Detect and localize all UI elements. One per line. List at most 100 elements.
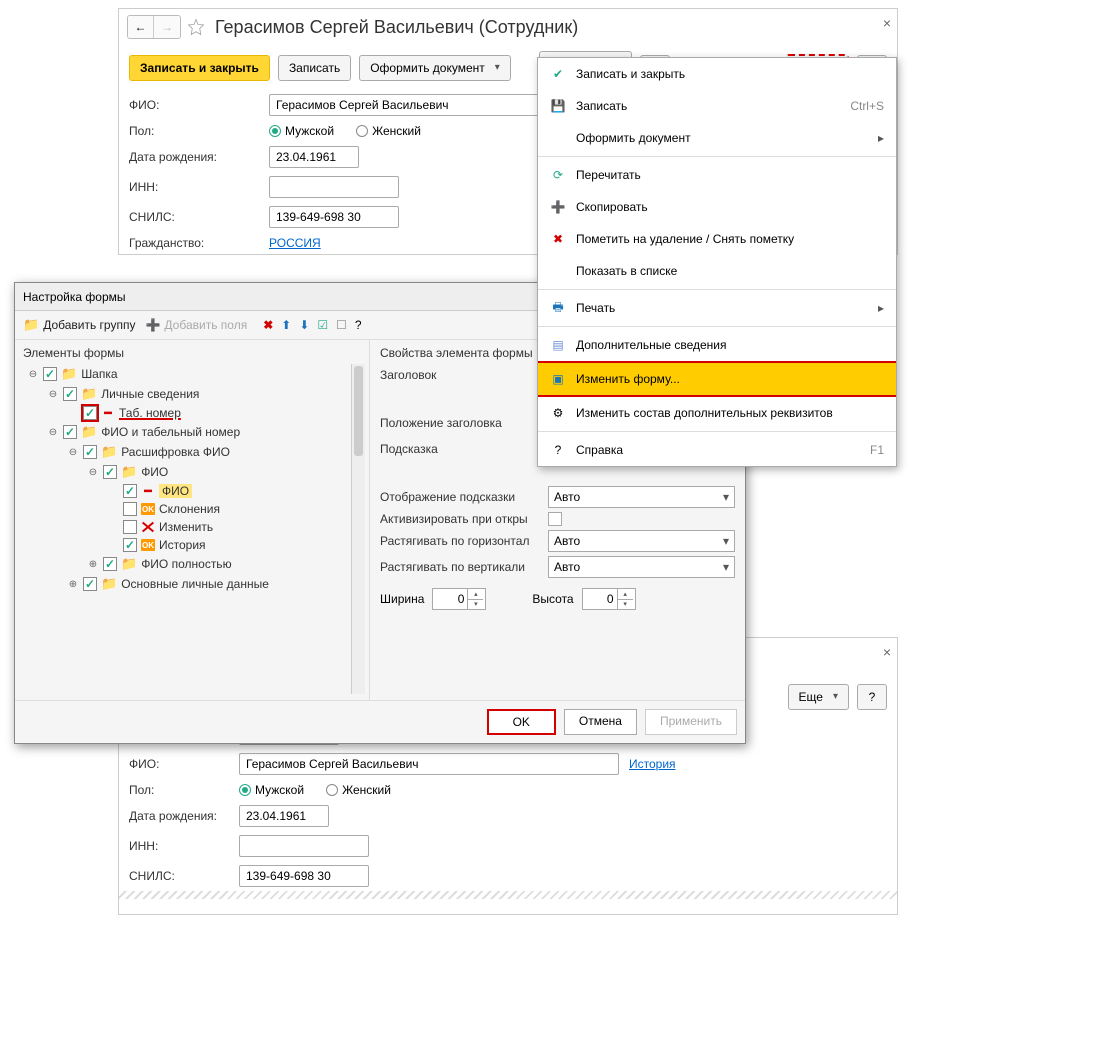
menu-help[interactable]: ?СправкаF1 — [538, 434, 896, 466]
prop-activate-checkbox[interactable] — [548, 512, 562, 526]
arrow-up-icon[interactable]: ⬆ — [281, 318, 291, 332]
add-fields-button: ➕Добавить поля — [145, 318, 247, 332]
tree-row[interactable]: ⊖📁ФИО и табельный номер — [23, 422, 365, 442]
menu-print[interactable]: 🖶Печать — [538, 292, 896, 324]
dob-input[interactable] — [269, 146, 359, 168]
delete-mark-icon: ✖ — [550, 231, 566, 247]
tree-row[interactable]: ⊖📁Шапка — [23, 364, 365, 384]
tree-heading: Элементы формы — [23, 346, 365, 360]
chevron-down-icon: ▾ — [723, 490, 729, 504]
close-icon[interactable]: × — [883, 15, 891, 31]
gear-icon: ⚙ — [550, 405, 566, 421]
height-spinner[interactable]: ▴▾ — [582, 588, 636, 610]
check-all-icon[interactable]: ☑ — [317, 318, 328, 332]
tree-row[interactable]: ⊕📁Основные личные данные — [23, 574, 365, 594]
make-doc-button[interactable]: Оформить документ — [359, 55, 511, 81]
tree-row-tabnum[interactable]: ·━Таб. номер — [23, 404, 365, 422]
arrow-down-icon[interactable]: ⬇ — [299, 318, 309, 332]
tree-row[interactable]: ·OKИстория — [23, 536, 365, 554]
help-icon: ? — [550, 442, 566, 458]
help-button[interactable]: ? — [857, 684, 887, 710]
dialog-title: Настройка формы — [23, 290, 126, 304]
prop-hintdisp-select[interactable]: Авто▾ — [548, 486, 735, 508]
employee-window-1: ← → Герасимов Сергей Васильевич (Сотрудн… — [118, 8, 898, 255]
copy-icon: ➕ — [550, 199, 566, 215]
form-icon: ▣ — [550, 371, 566, 387]
tree-row[interactable]: ·OKСклонения — [23, 500, 365, 518]
folder-icon: 📁 — [81, 424, 97, 440]
tree-row[interactable]: ⊖📁ФИО — [23, 462, 365, 482]
sex-female-radio[interactable]: Женский — [326, 783, 391, 797]
sex-label: Пол: — [129, 124, 259, 138]
inn-label: ИНН: — [129, 839, 229, 853]
save-button[interactable]: Записать — [278, 55, 351, 81]
uncheck-all-icon[interactable]: ☐ — [336, 318, 347, 332]
sex-male-radio[interactable]: Мужской — [239, 783, 304, 797]
ok-icon: OK — [141, 503, 155, 515]
folder-icon: 📁 — [121, 464, 137, 480]
chevron-down-icon: ▾ — [723, 560, 729, 574]
menu-save[interactable]: 💾ЗаписатьCtrl+S — [538, 90, 896, 122]
tree-row-fio[interactable]: ·━ФИО — [23, 482, 365, 500]
ragged-edge — [119, 891, 897, 899]
fio-label: ФИО: — [129, 98, 259, 112]
minus-icon: ━ — [101, 406, 115, 420]
more-button[interactable]: Еще — [788, 684, 849, 710]
window-title: Герасимов Сергей Васильевич (Сотрудник) — [215, 17, 578, 38]
titlebar: ← → Герасимов Сергей Васильевич (Сотрудн… — [119, 9, 897, 45]
more-menu: ✔Записать и закрыть 💾ЗаписатьCtrl+S Офор… — [537, 57, 897, 467]
tree-row[interactable]: ·Изменить — [23, 518, 365, 536]
menu-make-doc[interactable]: Оформить документ — [538, 122, 896, 154]
width-spinner[interactable]: ▴▾ — [432, 588, 486, 610]
inn-input[interactable] — [269, 176, 399, 198]
snils-input[interactable] — [269, 206, 399, 228]
cancel-button[interactable]: Отмена — [564, 709, 637, 735]
refresh-icon: ⟳ — [550, 167, 566, 183]
save-close-button[interactable]: Записать и закрыть — [129, 55, 270, 81]
diskette-icon: 💾 — [550, 98, 566, 114]
snils-label: СНИЛС: — [129, 210, 259, 224]
ok-button[interactable]: OK — [487, 709, 556, 735]
folder-icon: 📁 — [81, 386, 97, 402]
inn-input[interactable] — [239, 835, 369, 857]
menu-extra-info[interactable]: ▤Дополнительные сведения — [538, 329, 896, 361]
folder-icon: 📁 — [121, 556, 137, 572]
menu-copy[interactable]: ➕Скопировать — [538, 191, 896, 223]
fio-input[interactable] — [239, 753, 619, 775]
help-icon[interactable]: ? — [355, 318, 362, 332]
tree-row[interactable]: ⊕📁ФИО полностью — [23, 554, 365, 574]
prop-vstretch-select[interactable]: Авто▾ — [548, 556, 735, 578]
prop-hstretch-select[interactable]: Авто▾ — [548, 530, 735, 552]
menu-reread[interactable]: ⟳Перечитать — [538, 159, 896, 191]
tree-panel: Элементы формы ⊖📁Шапка ⊖📁Личные сведения… — [15, 340, 370, 700]
inn-label: ИНН: — [129, 180, 259, 194]
snils-label: СНИЛС: — [129, 869, 229, 883]
nav-back[interactable]: ← — [128, 16, 154, 38]
menu-edit-form[interactable]: ▣Изменить форму... — [538, 361, 896, 397]
citizenship-link[interactable]: РОССИЯ — [269, 236, 321, 250]
menu-save-close[interactable]: ✔Записать и закрыть — [538, 58, 896, 90]
menu-show-list[interactable]: Показать в списке — [538, 255, 896, 287]
apply-button: Применить — [645, 709, 737, 735]
snils-input[interactable] — [239, 865, 369, 887]
add-group-button[interactable]: 📁Добавить группу — [23, 317, 135, 333]
nav-fwd[interactable]: → — [154, 16, 180, 38]
tree-row[interactable]: ⊖📁Личные сведения — [23, 384, 365, 404]
dob-label: Дата рождения: — [129, 809, 229, 823]
printer-icon: 🖶 — [550, 300, 566, 316]
sex-female-radio[interactable]: Женский — [356, 124, 421, 138]
dob-label: Дата рождения: — [129, 150, 259, 164]
history-link[interactable]: История — [629, 757, 676, 771]
menu-mark-delete[interactable]: ✖Пометить на удаление / Снять пометку — [538, 223, 896, 255]
delete-icon[interactable]: ✖ — [263, 318, 273, 332]
star-icon[interactable] — [187, 18, 205, 36]
sex-male-radio[interactable]: Мужской — [269, 124, 334, 138]
plus-icon: ➕ — [145, 318, 160, 332]
minus-icon: ━ — [141, 484, 155, 498]
menu-edit-reqs[interactable]: ⚙Изменить состав дополнительных реквизит… — [538, 397, 896, 429]
scrollbar[interactable] — [351, 364, 365, 694]
close-icon[interactable]: × — [883, 644, 891, 660]
dob-input[interactable] — [239, 805, 329, 827]
tree-row[interactable]: ⊖📁Расшифровка ФИО — [23, 442, 365, 462]
folder-icon: 📁 — [23, 317, 39, 333]
